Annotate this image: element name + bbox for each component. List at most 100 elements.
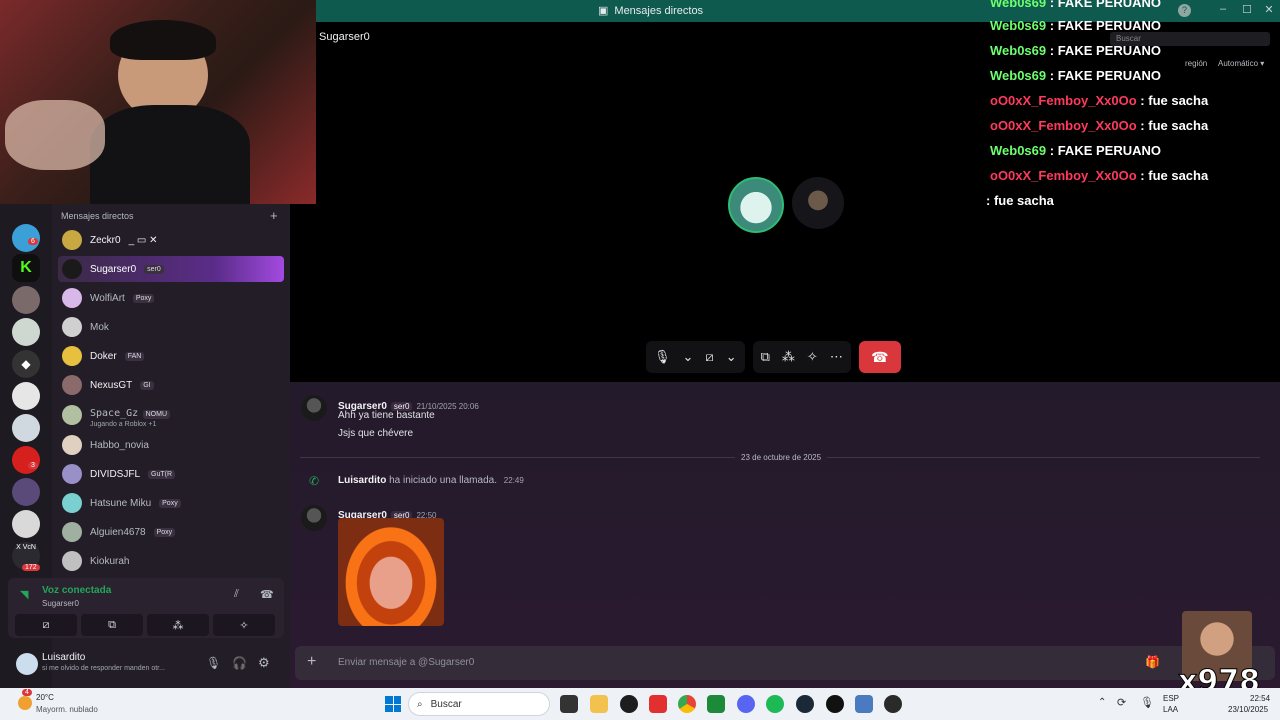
- add-attachment-icon[interactable]: +: [307, 653, 316, 671]
- weather-icon[interactable]: [18, 696, 32, 710]
- overlay-chat-line: Web0s69 : FAKE PERUANO: [990, 0, 1161, 10]
- dm-item[interactable]: Habbo_novia: [58, 432, 284, 458]
- camera-off-icon[interactable]: ⧄: [705, 349, 713, 365]
- clock-time[interactable]: 22:54: [1250, 694, 1270, 703]
- avatar: [62, 346, 82, 366]
- more-icon[interactable]: ⋯: [830, 349, 843, 365]
- weather-desc[interactable]: Mayorm. nublado: [36, 705, 98, 714]
- dm-item[interactable]: Doker FAN: [58, 343, 284, 369]
- steam-icon[interactable]: [796, 695, 814, 713]
- mic-icon[interactable]: 🎙: [206, 656, 221, 670]
- avatar: [62, 259, 82, 279]
- screen-share-icon[interactable]: ⧉: [761, 349, 770, 365]
- system-author[interactable]: Luisardito: [338, 475, 386, 486]
- language-indicator[interactable]: ESP: [1163, 694, 1179, 703]
- gear-icon[interactable]: ⚙: [258, 655, 270, 671]
- server-icon[interactable]: [12, 414, 40, 442]
- app-icon[interactable]: [884, 695, 902, 713]
- file-explorer-icon[interactable]: [590, 695, 608, 713]
- mic-icon[interactable]: 🎙: [654, 349, 671, 365]
- call-username: Sugarser0: [319, 31, 370, 43]
- app-icon[interactable]: [620, 695, 638, 713]
- streamer-shirt: [90, 105, 250, 204]
- soundboard-icon[interactable]: ✧: [807, 349, 818, 365]
- overlay-chat-line: Web0s69 : FAKE PERUANO: [990, 143, 1161, 158]
- signal-icon: ◥: [20, 589, 29, 601]
- unread-badge: 6: [28, 238, 38, 245]
- kick-server-icon[interactable]: K: [12, 254, 40, 282]
- server-icon[interactable]: [12, 286, 40, 314]
- gift-icon[interactable]: 🎁: [1145, 655, 1160, 669]
- composer-placeholder: Enviar mensaje a @Sugarser0: [338, 657, 475, 668]
- dm-item[interactable]: NexusGT GI: [58, 372, 284, 398]
- dm-item[interactable]: WolfiArt Poxy: [58, 285, 284, 311]
- disconnect-icon[interactable]: ☎: [260, 588, 274, 601]
- obs-icon[interactable]: [826, 695, 844, 713]
- server-icon[interactable]: [12, 318, 40, 346]
- notes-icon[interactable]: [855, 695, 873, 713]
- share-group: ⧉ ⁂ ✧ ⋯: [752, 341, 851, 373]
- avatar[interactable]: [16, 653, 38, 675]
- dm-item[interactable]: DIVIDSJFL GuT(R: [58, 461, 284, 487]
- message-composer[interactable]: + Enviar mensaje a @Sugarser0 🎁: [295, 646, 1275, 680]
- avatar[interactable]: [301, 505, 327, 531]
- taskbar-search[interactable]: ⌕ Buscar: [408, 692, 550, 716]
- hangup-button[interactable]: ☎: [858, 341, 901, 373]
- chevron-down-icon[interactable]: ⌄: [726, 349, 737, 365]
- voice-status[interactable]: Voz conectada: [42, 585, 111, 596]
- windows-start-icon[interactable]: [385, 696, 401, 712]
- dm-item[interactable]: Alguien4678 Poxy: [58, 519, 284, 545]
- call-avatar-self[interactable]: [728, 177, 784, 233]
- activities-icon[interactable]: ⁂: [782, 349, 795, 365]
- dm-item[interactable]: Kiokurah: [58, 548, 284, 574]
- server-icon[interactable]: ◆: [12, 350, 40, 378]
- minimize-button[interactable]: –: [1215, 3, 1231, 15]
- spotify-icon[interactable]: [766, 695, 784, 713]
- maximize-button[interactable]: ☐: [1239, 3, 1255, 16]
- avatar: [62, 464, 82, 484]
- help-icon[interactable]: ?: [1178, 4, 1191, 17]
- weather-temp[interactable]: 20°C: [36, 693, 54, 702]
- dm-item[interactable]: Hatsune Miku Poxy: [58, 490, 284, 516]
- chevron-down-icon[interactable]: ⌄: [683, 349, 694, 365]
- webcam-overlay: [0, 0, 316, 204]
- voice-channel[interactable]: Sugarser0: [42, 599, 79, 608]
- activities-button[interactable]: ⁂: [147, 614, 209, 636]
- chrome-icon[interactable]: [678, 695, 696, 713]
- server-icon[interactable]: [12, 446, 40, 474]
- soundboard-button[interactable]: ✧: [213, 614, 275, 636]
- noise-suppression-icon[interactable]: ⫽: [234, 588, 239, 601]
- camera-off-button[interactable]: ⧄: [15, 614, 77, 636]
- sync-icon[interactable]: ⟳: [1117, 696, 1126, 709]
- message-image[interactable]: [338, 518, 444, 626]
- discord-icon[interactable]: [737, 695, 755, 713]
- close-button[interactable]: ✕: [1261, 3, 1277, 16]
- window-controls-glyph: _ ▭ ✕: [128, 234, 158, 246]
- avatar: [62, 551, 82, 571]
- server-icon[interactable]: [12, 382, 40, 410]
- avatar: [62, 230, 82, 250]
- call-avatar-remote[interactable]: [792, 177, 844, 229]
- dm-item[interactable]: Space_Gz NOMU Jugando a Roblox +1: [58, 401, 284, 429]
- avatar: [62, 435, 82, 455]
- language-indicator-sub[interactable]: LAA: [1163, 705, 1178, 714]
- headphones-icon[interactable]: 🎧: [232, 656, 247, 670]
- dm-item[interactable]: Mok: [58, 314, 284, 340]
- new-dm-button[interactable]: +: [270, 208, 278, 223]
- dm-item-selected[interactable]: Sugarser0 ser0: [58, 256, 284, 282]
- region-select[interactable]: Automático ▾: [1218, 59, 1264, 68]
- avatar[interactable]: [301, 395, 327, 421]
- chevron-up-icon[interactable]: ⌃: [1098, 697, 1106, 708]
- mic-icon[interactable]: 🎙: [1140, 696, 1154, 709]
- screen-share-button[interactable]: ⧉: [81, 614, 143, 636]
- current-user-name[interactable]: Luisardito: [42, 652, 85, 663]
- server-icon[interactable]: [12, 510, 40, 538]
- app-icon[interactable]: [707, 695, 725, 713]
- dm-item[interactable]: Zeckr0 _ ▭ ✕: [58, 227, 284, 253]
- app-icon[interactable]: [649, 695, 667, 713]
- task-view-icon[interactable]: [560, 695, 578, 713]
- clock-date[interactable]: 23/10/2025: [1228, 705, 1268, 714]
- server-icon[interactable]: [12, 478, 40, 506]
- overlay-chat-line: : fue sacha: [986, 193, 1054, 208]
- avatar: [62, 288, 82, 308]
